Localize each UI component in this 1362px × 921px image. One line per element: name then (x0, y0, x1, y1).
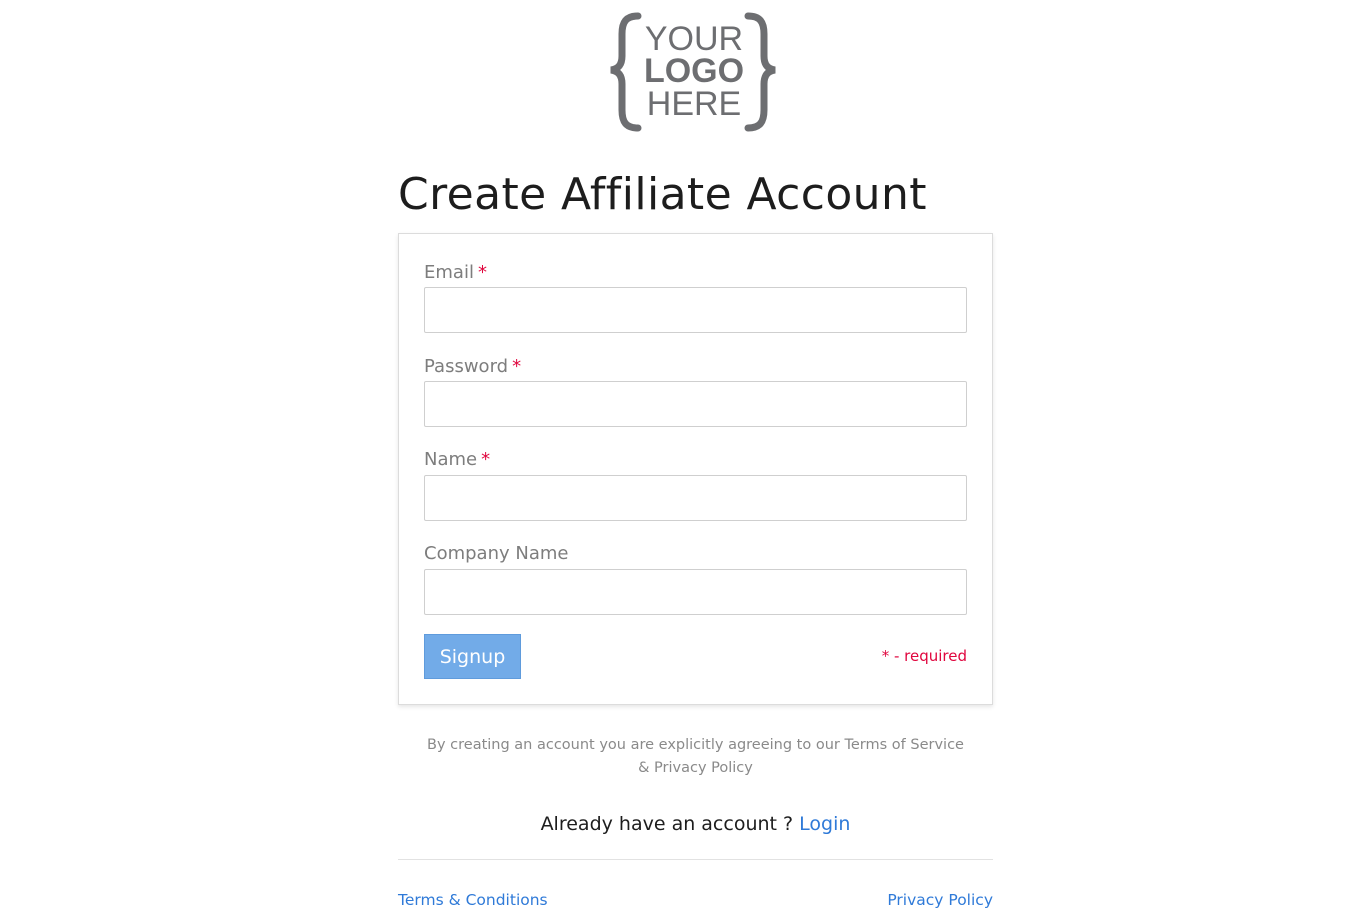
name-label-text: Name (424, 449, 478, 470)
password-label-text: Password (424, 356, 509, 377)
email-required-mark: * (477, 262, 487, 283)
company-name-label: Company Name (424, 542, 568, 566)
page: YOUR LOGO HERE Create Affiliate Account … (0, 0, 1362, 921)
name-label: Name * (424, 448, 490, 472)
signup-form: Email * Password * Name * Company Name Sign… (398, 233, 993, 705)
right-brace-icon (744, 12, 776, 132)
already-have-account-text: Already have an account ? (540, 813, 794, 835)
email-label-text: Email (424, 262, 474, 283)
email-field[interactable] (424, 287, 967, 333)
company-name-label-text: Company Name (424, 543, 569, 564)
password-field[interactable] (424, 381, 967, 427)
name-required-mark: * (481, 449, 491, 470)
agreement-text: By creating an account you are explicitl… (427, 737, 964, 776)
footer-divider (398, 859, 993, 860)
password-label: Password * (424, 355, 521, 379)
logo-line-3: HERE (647, 85, 741, 123)
already-have-account-row: Already have an account ? Login (398, 810, 993, 838)
required-note: * - required (881, 647, 967, 665)
terms-and-conditions-link[interactable]: Terms & Conditions (398, 889, 548, 911)
company-logo: YOUR LOGO HERE (608, 12, 778, 132)
password-required-mark: * (512, 356, 522, 377)
name-field[interactable] (424, 475, 967, 521)
login-link[interactable]: Login (799, 813, 850, 835)
company-name-field[interactable] (424, 569, 967, 615)
left-brace-icon (610, 12, 642, 132)
page-title: Create Affiliate Account (398, 169, 927, 220)
logo-graphic: YOUR LOGO HERE (610, 12, 776, 132)
signup-button[interactable]: Signup (424, 634, 521, 679)
email-label: Email * (424, 261, 487, 285)
privacy-policy-link[interactable]: Privacy Policy (887, 889, 993, 911)
